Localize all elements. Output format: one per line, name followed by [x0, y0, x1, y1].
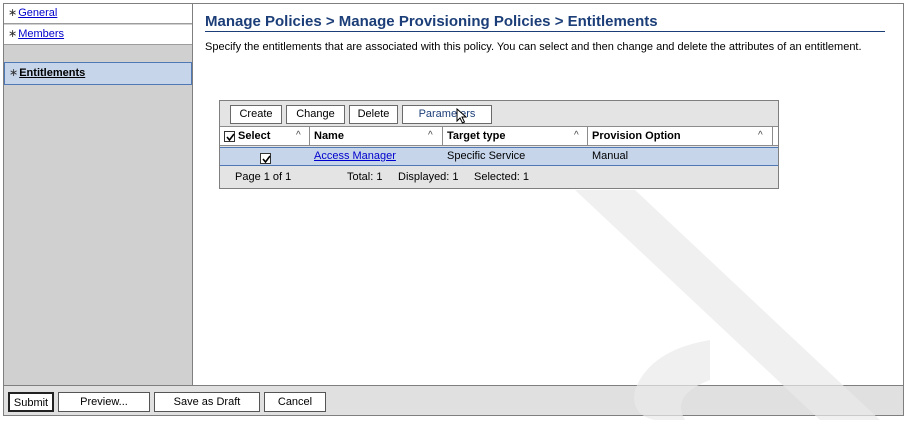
sidebar-item-members[interactable]: ∗Members	[4, 25, 192, 45]
row-provision-option-cell: Manual	[592, 150, 629, 162]
bullet-icon: ∗	[8, 7, 18, 19]
delete-button[interactable]: Delete	[349, 105, 398, 124]
cancel-button[interactable]: Cancel	[264, 392, 326, 412]
select-all-checkbox[interactable]	[224, 130, 235, 142]
sidebar-item-label[interactable]: Entitlements	[19, 67, 85, 79]
main-content: Manage Policies > Manage Provisioning Po…	[199, 4, 899, 384]
sort-icon[interactable]: ^	[428, 127, 433, 145]
mouse-cursor-icon	[456, 108, 468, 124]
preview-button[interactable]: Preview...	[58, 392, 150, 412]
sidebar-item-label[interactable]: General	[18, 7, 57, 19]
sidebar: ∗General ∗Members ∗Entitlements	[4, 4, 193, 385]
row-select-cell	[256, 148, 286, 165]
sidebar-item-entitlements[interactable]: ∗Entitlements	[4, 62, 192, 85]
change-button[interactable]: Change	[286, 105, 345, 124]
column-header-name[interactable]: Name ^	[310, 127, 443, 145]
column-header-select[interactable]: Select ^	[220, 127, 310, 145]
column-label: Target type	[447, 130, 506, 142]
total-count: Total: 1	[347, 171, 383, 183]
column-label: Name	[314, 130, 344, 142]
page-indicator: Page 1 of 1	[235, 171, 292, 183]
sort-icon[interactable]: ^	[574, 127, 579, 145]
row-name-cell: Access Manager	[310, 148, 443, 165]
table-header: Select ^ Name ^ Target type ^ Provision …	[220, 126, 778, 146]
create-button[interactable]: Create	[230, 105, 282, 124]
column-label: Select	[238, 130, 271, 142]
parameters-button[interactable]: Parameters	[402, 105, 492, 124]
row-target-type-cell: Specific Service	[447, 150, 526, 162]
sidebar-item-general[interactable]: ∗General	[4, 4, 192, 24]
entitlements-table: Create Change Delete Parameters Select ^…	[219, 100, 779, 189]
sort-icon[interactable]: ^	[758, 127, 763, 145]
column-label: Provision Option	[592, 130, 681, 142]
entitlement-name-link[interactable]: Access Manager	[314, 150, 396, 162]
sidebar-item-label[interactable]: Members	[18, 28, 64, 40]
column-header-provision-option[interactable]: Provision Option ^	[588, 127, 773, 145]
table-row[interactable]: Access Manager Specific Service Manual	[220, 147, 778, 166]
column-header-target-type[interactable]: Target type ^	[443, 127, 588, 145]
sort-icon[interactable]: ^	[296, 127, 301, 145]
bullet-icon: ∗	[9, 67, 19, 79]
selected-count: Selected: 1	[474, 171, 530, 183]
displayed-count: Displayed: 1	[398, 171, 459, 183]
page-description: Specify the entitlements that are associ…	[205, 41, 862, 53]
row-checkbox[interactable]	[260, 152, 271, 164]
submit-button[interactable]: Submit	[8, 392, 54, 412]
page-frame: ∗General ∗Members ∗Entitlements Manage P…	[3, 3, 904, 416]
page-title: Manage Policies > Manage Provisioning Po…	[205, 13, 885, 32]
action-bar: Submit Preview... Save as Draft Cancel	[4, 385, 903, 415]
bullet-icon: ∗	[8, 28, 18, 40]
save-as-draft-button[interactable]: Save as Draft	[154, 392, 260, 412]
table-footer: Page 1 of 1 Total: 1 Displayed: 1 Select…	[220, 167, 778, 188]
